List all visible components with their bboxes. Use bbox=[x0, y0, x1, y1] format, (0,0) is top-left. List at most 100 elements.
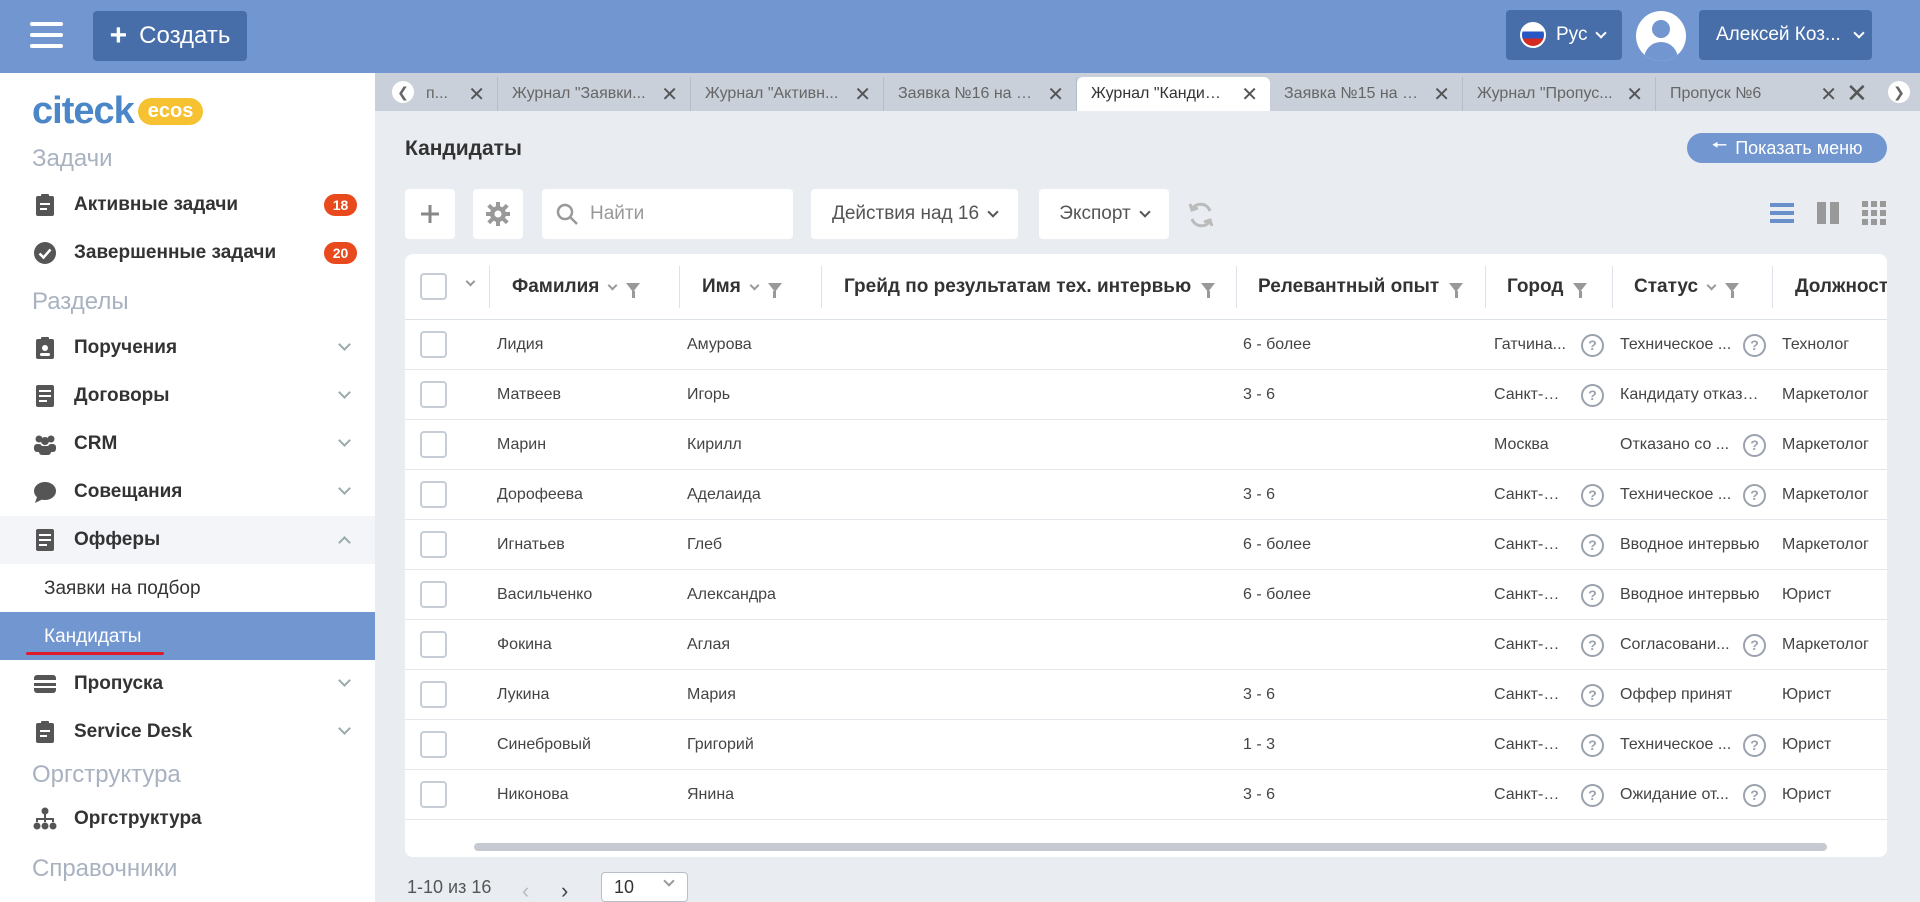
help-icon[interactable]: ? bbox=[1743, 784, 1766, 807]
row-checkbox[interactable] bbox=[420, 331, 447, 358]
table-row[interactable]: Дорофеева Аделаида 3 - 6 Санкт-П... Техничес… bbox=[405, 470, 1887, 520]
sidebar-item-completed-tasks[interactable]: Завершенные задачи 20 bbox=[0, 229, 375, 277]
table-row[interactable]: Марин Кирилл Москва Отказано со ... Маркетол… bbox=[405, 420, 1887, 470]
page-size-select[interactable]: 10 bbox=[601, 872, 688, 902]
column-header-position[interactable]: Должност bbox=[1795, 254, 1887, 320]
column-header-experience[interactable]: Релевантный опыт bbox=[1258, 254, 1464, 320]
add-button[interactable] bbox=[405, 189, 455, 239]
row-checkbox[interactable] bbox=[420, 631, 447, 658]
row-checkbox[interactable] bbox=[420, 381, 447, 408]
row-checkbox[interactable] bbox=[420, 531, 447, 558]
filter-icon[interactable] bbox=[1449, 282, 1464, 298]
help-icon[interactable]: ? bbox=[1581, 634, 1604, 657]
tab-item[interactable]: п... ✕ bbox=[412, 77, 498, 111]
row-checkbox[interactable] bbox=[420, 431, 447, 458]
row-checkbox[interactable] bbox=[420, 581, 447, 608]
sidebar-item-offers[interactable]: Офферы bbox=[0, 516, 375, 564]
close-icon[interactable]: ✕ bbox=[468, 82, 485, 107]
table-row[interactable]: Лукина Мария 3 - 6 Санкт-П... Оффер принят Юр… bbox=[405, 670, 1887, 720]
table-row[interactable]: Васильченко Александра 6 - более Санкт-П...… bbox=[405, 570, 1887, 620]
table-row[interactable]: Синебровый Григорий 1 - 3 Санкт-П... Техниче… bbox=[405, 720, 1887, 770]
close-icon[interactable]: ✕ bbox=[1820, 82, 1837, 107]
help-icon[interactable]: ? bbox=[1581, 384, 1604, 407]
help-icon[interactable]: ? bbox=[1581, 484, 1604, 507]
sidebar-item-passes[interactable]: Пропуска bbox=[0, 660, 375, 708]
close-icon[interactable]: ✕ bbox=[661, 82, 678, 107]
help-icon[interactable]: ? bbox=[1581, 734, 1604, 757]
list-view-icon[interactable] bbox=[1769, 200, 1795, 226]
close-icon[interactable]: ✕ bbox=[1241, 82, 1258, 107]
tab-item[interactable]: Заявка №16 на п... ✕ bbox=[884, 77, 1077, 111]
row-checkbox[interactable] bbox=[420, 481, 447, 508]
filter-icon[interactable] bbox=[626, 282, 641, 298]
help-icon[interactable]: ? bbox=[1581, 334, 1604, 357]
filter-icon[interactable] bbox=[1201, 282, 1216, 298]
tabs-scroll-right-button[interactable]: ❯ bbox=[1888, 81, 1910, 103]
tab-item[interactable]: Пропуск №6 ✕ bbox=[1656, 77, 1849, 111]
close-icon[interactable]: ✕ bbox=[1626, 82, 1643, 107]
close-all-tabs-icon[interactable]: ✕ bbox=[1846, 78, 1868, 109]
close-icon[interactable]: ✕ bbox=[1433, 82, 1450, 107]
help-icon[interactable]: ? bbox=[1581, 684, 1604, 707]
refresh-icon[interactable] bbox=[1186, 200, 1216, 230]
help-icon[interactable]: ? bbox=[1743, 484, 1766, 507]
export-dropdown[interactable]: Экспорт bbox=[1039, 189, 1169, 239]
tab-item[interactable]: Заявка №15 на п... ✕ bbox=[1270, 77, 1463, 111]
avatar[interactable] bbox=[1636, 11, 1686, 61]
user-menu-button[interactable]: Алексей Коз... bbox=[1699, 10, 1872, 60]
menu-burger-icon[interactable] bbox=[30, 22, 63, 50]
sidebar-subitem-candidates[interactable]: Кандидаты bbox=[0, 612, 375, 660]
sidebar-item-meetings[interactable]: Совещания bbox=[0, 468, 375, 516]
show-menu-button[interactable]: 🠔 Показать меню bbox=[1687, 133, 1887, 163]
tab-item-active[interactable]: Журнал "Кандид... ✕ bbox=[1077, 77, 1270, 111]
help-icon[interactable]: ? bbox=[1581, 534, 1604, 557]
tiles-view-icon[interactable] bbox=[1861, 200, 1887, 226]
sidebar-item-crm[interactable]: CRM bbox=[0, 420, 375, 468]
table-row[interactable]: Фокина Аглая Санкт-П... Согласовани... Марке… bbox=[405, 620, 1887, 670]
sidebar-item-orgstructure[interactable]: Оргструктура bbox=[0, 795, 375, 843]
actions-dropdown[interactable]: Действия над 16 bbox=[811, 189, 1018, 239]
help-icon[interactable]: ? bbox=[1743, 634, 1766, 657]
table-row[interactable]: Матвеев Игорь 3 - 6 Санкт-П... Кандидату отк… bbox=[405, 370, 1887, 420]
sidebar-item-assignments[interactable]: Поручения bbox=[0, 324, 375, 372]
tab-item[interactable]: Журнал "Активн... ✕ bbox=[691, 77, 884, 111]
table-row[interactable]: Игнатьев Глеб 6 - более Санкт-П... Вводное и… bbox=[405, 520, 1887, 570]
sidebar-subitem-hiring-requests[interactable]: Заявки на подбор bbox=[0, 564, 375, 612]
citeck-ecos-logo[interactable]: citeck ecos bbox=[32, 90, 204, 132]
column-header-grade[interactable]: Грейд по результатам тех. интервью bbox=[844, 254, 1216, 320]
prev-page-button[interactable]: ‹ bbox=[522, 878, 529, 902]
tab-item[interactable]: Журнал "Пропус... ✕ bbox=[1463, 77, 1656, 111]
chevron-down-icon[interactable] bbox=[465, 276, 476, 287]
row-checkbox[interactable] bbox=[420, 781, 447, 808]
settings-button[interactable] bbox=[473, 189, 523, 239]
table-row[interactable]: Лидия Амурова 6 - более Гатчина... Техническ… bbox=[405, 320, 1887, 370]
row-checkbox[interactable] bbox=[420, 681, 447, 708]
sidebar-item-contracts[interactable]: Договоры bbox=[0, 372, 375, 420]
sidebar-item-active-tasks[interactable]: Активные задачи 18 bbox=[0, 181, 375, 229]
help-icon[interactable]: ? bbox=[1581, 584, 1604, 607]
close-icon[interactable]: ✕ bbox=[854, 82, 871, 107]
column-header-last-name[interactable]: Фамилия bbox=[512, 254, 641, 320]
help-icon[interactable]: ? bbox=[1743, 434, 1766, 457]
next-page-button[interactable]: › bbox=[561, 878, 568, 902]
horizontal-scrollbar[interactable] bbox=[474, 843, 1827, 851]
help-icon[interactable]: ? bbox=[1581, 784, 1604, 807]
row-checkbox[interactable] bbox=[420, 731, 447, 758]
column-header-city[interactable]: Город bbox=[1507, 254, 1588, 320]
sidebar-item-service-desk[interactable]: Service Desk bbox=[0, 708, 375, 756]
column-header-status[interactable]: Статус bbox=[1634, 254, 1740, 320]
help-icon[interactable]: ? bbox=[1743, 734, 1766, 757]
filter-icon[interactable] bbox=[1725, 282, 1740, 298]
split-view-icon[interactable] bbox=[1815, 200, 1841, 226]
filter-icon[interactable] bbox=[767, 282, 782, 298]
table-row[interactable]: Никонова Янина 3 - 6 Санкт-П... Ожидание от.… bbox=[405, 770, 1887, 820]
tab-item[interactable]: Журнал "Заявки... ✕ bbox=[498, 77, 691, 111]
help-icon[interactable]: ? bbox=[1743, 334, 1766, 357]
close-icon[interactable]: ✕ bbox=[1047, 82, 1064, 107]
filter-icon[interactable] bbox=[1573, 282, 1588, 298]
language-selector[interactable]: Рус bbox=[1506, 10, 1622, 60]
search-input[interactable] bbox=[542, 189, 793, 239]
tabs-scroll-left-button[interactable]: ❮ bbox=[392, 81, 414, 103]
create-button[interactable]: + Создать bbox=[93, 11, 247, 61]
select-all-checkbox[interactable] bbox=[420, 273, 447, 300]
